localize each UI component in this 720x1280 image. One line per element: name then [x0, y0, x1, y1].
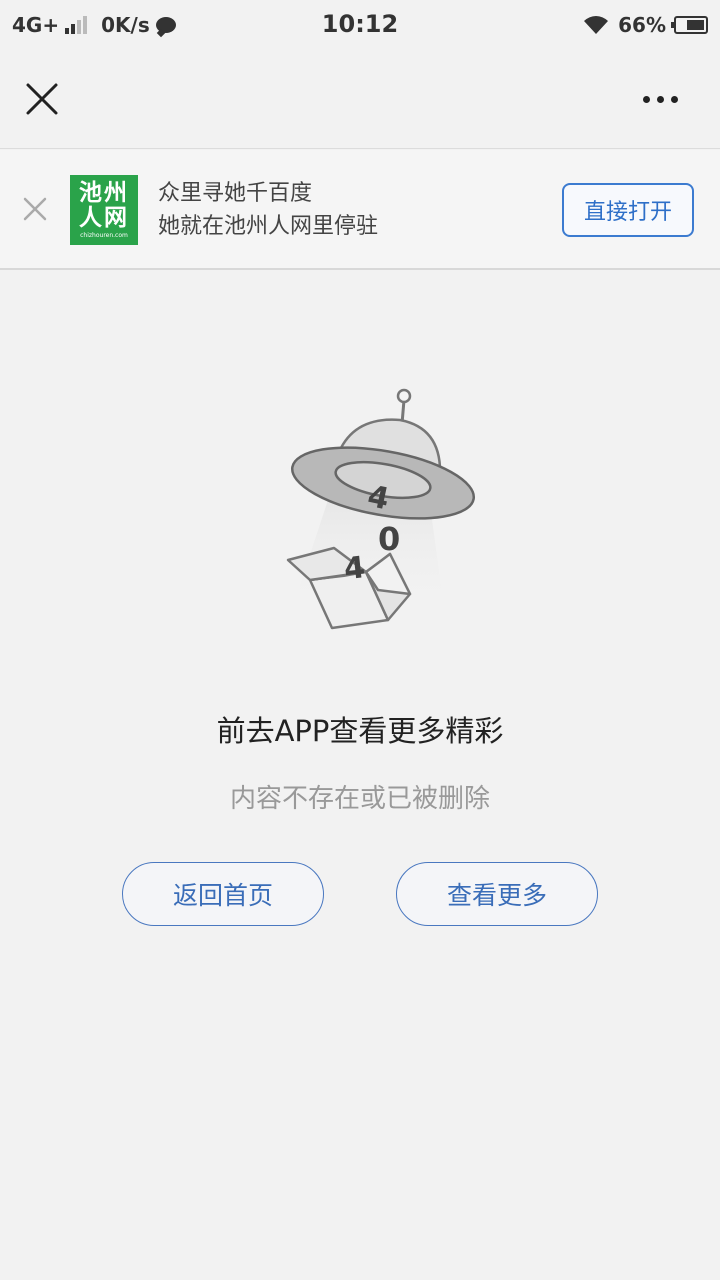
- status-right: 66%: [582, 12, 708, 38]
- nav-bar: [0, 50, 720, 149]
- battery-percent: 66%: [618, 13, 666, 37]
- back-home-button[interactable]: 返回首页: [122, 862, 324, 926]
- more-dots-icon[interactable]: [630, 84, 690, 114]
- ufo-404-illustration: 4 0 4: [286, 388, 476, 630]
- logo-domain: chizhouren.com: [80, 232, 128, 239]
- status-bar: 4G+ 0K/s 10:12 66%: [0, 0, 720, 50]
- banner-slogan: 众里寻她千百度 她就在池州人网里停驻: [158, 177, 378, 243]
- wifi-icon: [584, 16, 609, 34]
- digit-4-box: 4: [342, 550, 366, 587]
- page-message-subtitle: 内容不存在或已被删除: [229, 784, 490, 814]
- banner-line2: 她就在池州人网里停驻: [158, 214, 379, 239]
- page-message-title: 前去APP查看更多精彩: [216, 714, 504, 748]
- digit-0: 0: [378, 520, 400, 558]
- logo-text-line1: 池州: [79, 179, 129, 206]
- banner-close-icon[interactable]: [18, 192, 52, 226]
- view-more-button[interactable]: 查看更多: [396, 862, 598, 926]
- logo-text-line2: 人网: [79, 204, 129, 231]
- app-promo-banner: 池州 人网 chizhouren.com 众里寻她千百度 她就在池州人网里停驻 …: [0, 150, 720, 270]
- open-app-button[interactable]: 直接打开: [562, 183, 694, 237]
- close-icon[interactable]: [18, 75, 66, 123]
- banner-line1: 众里寻她千百度: [158, 181, 313, 206]
- battery-icon: [671, 16, 708, 34]
- app-logo: 池州 人网 chizhouren.com: [70, 175, 138, 245]
